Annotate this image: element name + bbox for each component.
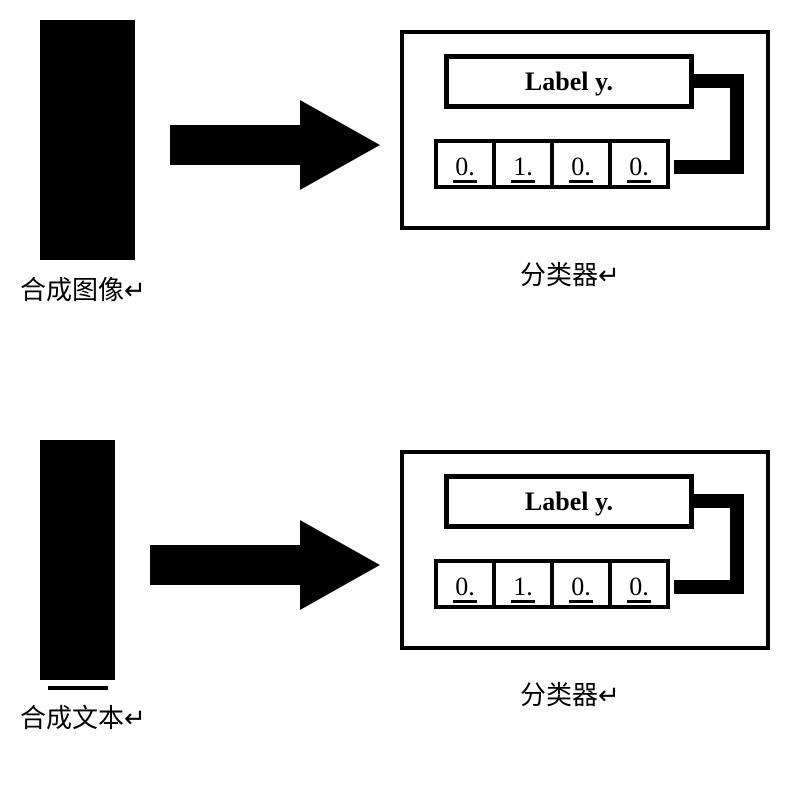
- digit-cell: 0.: [550, 139, 612, 189]
- synthesized-text-label: 合成文本↵: [20, 698, 146, 735]
- connector: [730, 494, 744, 594]
- digit-cell: 0.: [608, 139, 670, 189]
- connector: [674, 580, 744, 594]
- connector: [730, 74, 744, 174]
- digit-cell: 1.: [492, 559, 554, 609]
- arrow-icon: [170, 100, 380, 190]
- digit-cell: 1.: [492, 139, 554, 189]
- underline: [48, 686, 108, 690]
- digit-cell: 0.: [434, 559, 496, 609]
- classifier-label-1: 分类器↵: [520, 255, 620, 292]
- connector: [674, 160, 744, 174]
- digit-cell: 0.: [550, 559, 612, 609]
- label-y-box: Label y.: [444, 474, 694, 529]
- synthesized-text-block: [40, 440, 115, 680]
- digit-cell: 0.: [608, 559, 670, 609]
- arrow-icon: [150, 520, 380, 610]
- output-vector: 0. 1. 0. 0.: [434, 139, 670, 189]
- synthesized-image-label: 合成图像↵: [20, 270, 146, 307]
- classifier-label-2: 分类器↵: [520, 675, 620, 712]
- classifier-box-2: Label y. 0. 1. 0. 0.: [400, 450, 770, 650]
- output-vector: 0. 1. 0. 0.: [434, 559, 670, 609]
- digit-cell: 0.: [434, 139, 496, 189]
- label-y-box: Label y.: [444, 54, 694, 109]
- classifier-box-1: Label y. 0. 1. 0. 0.: [400, 30, 770, 230]
- synthesized-image-block: [40, 20, 135, 260]
